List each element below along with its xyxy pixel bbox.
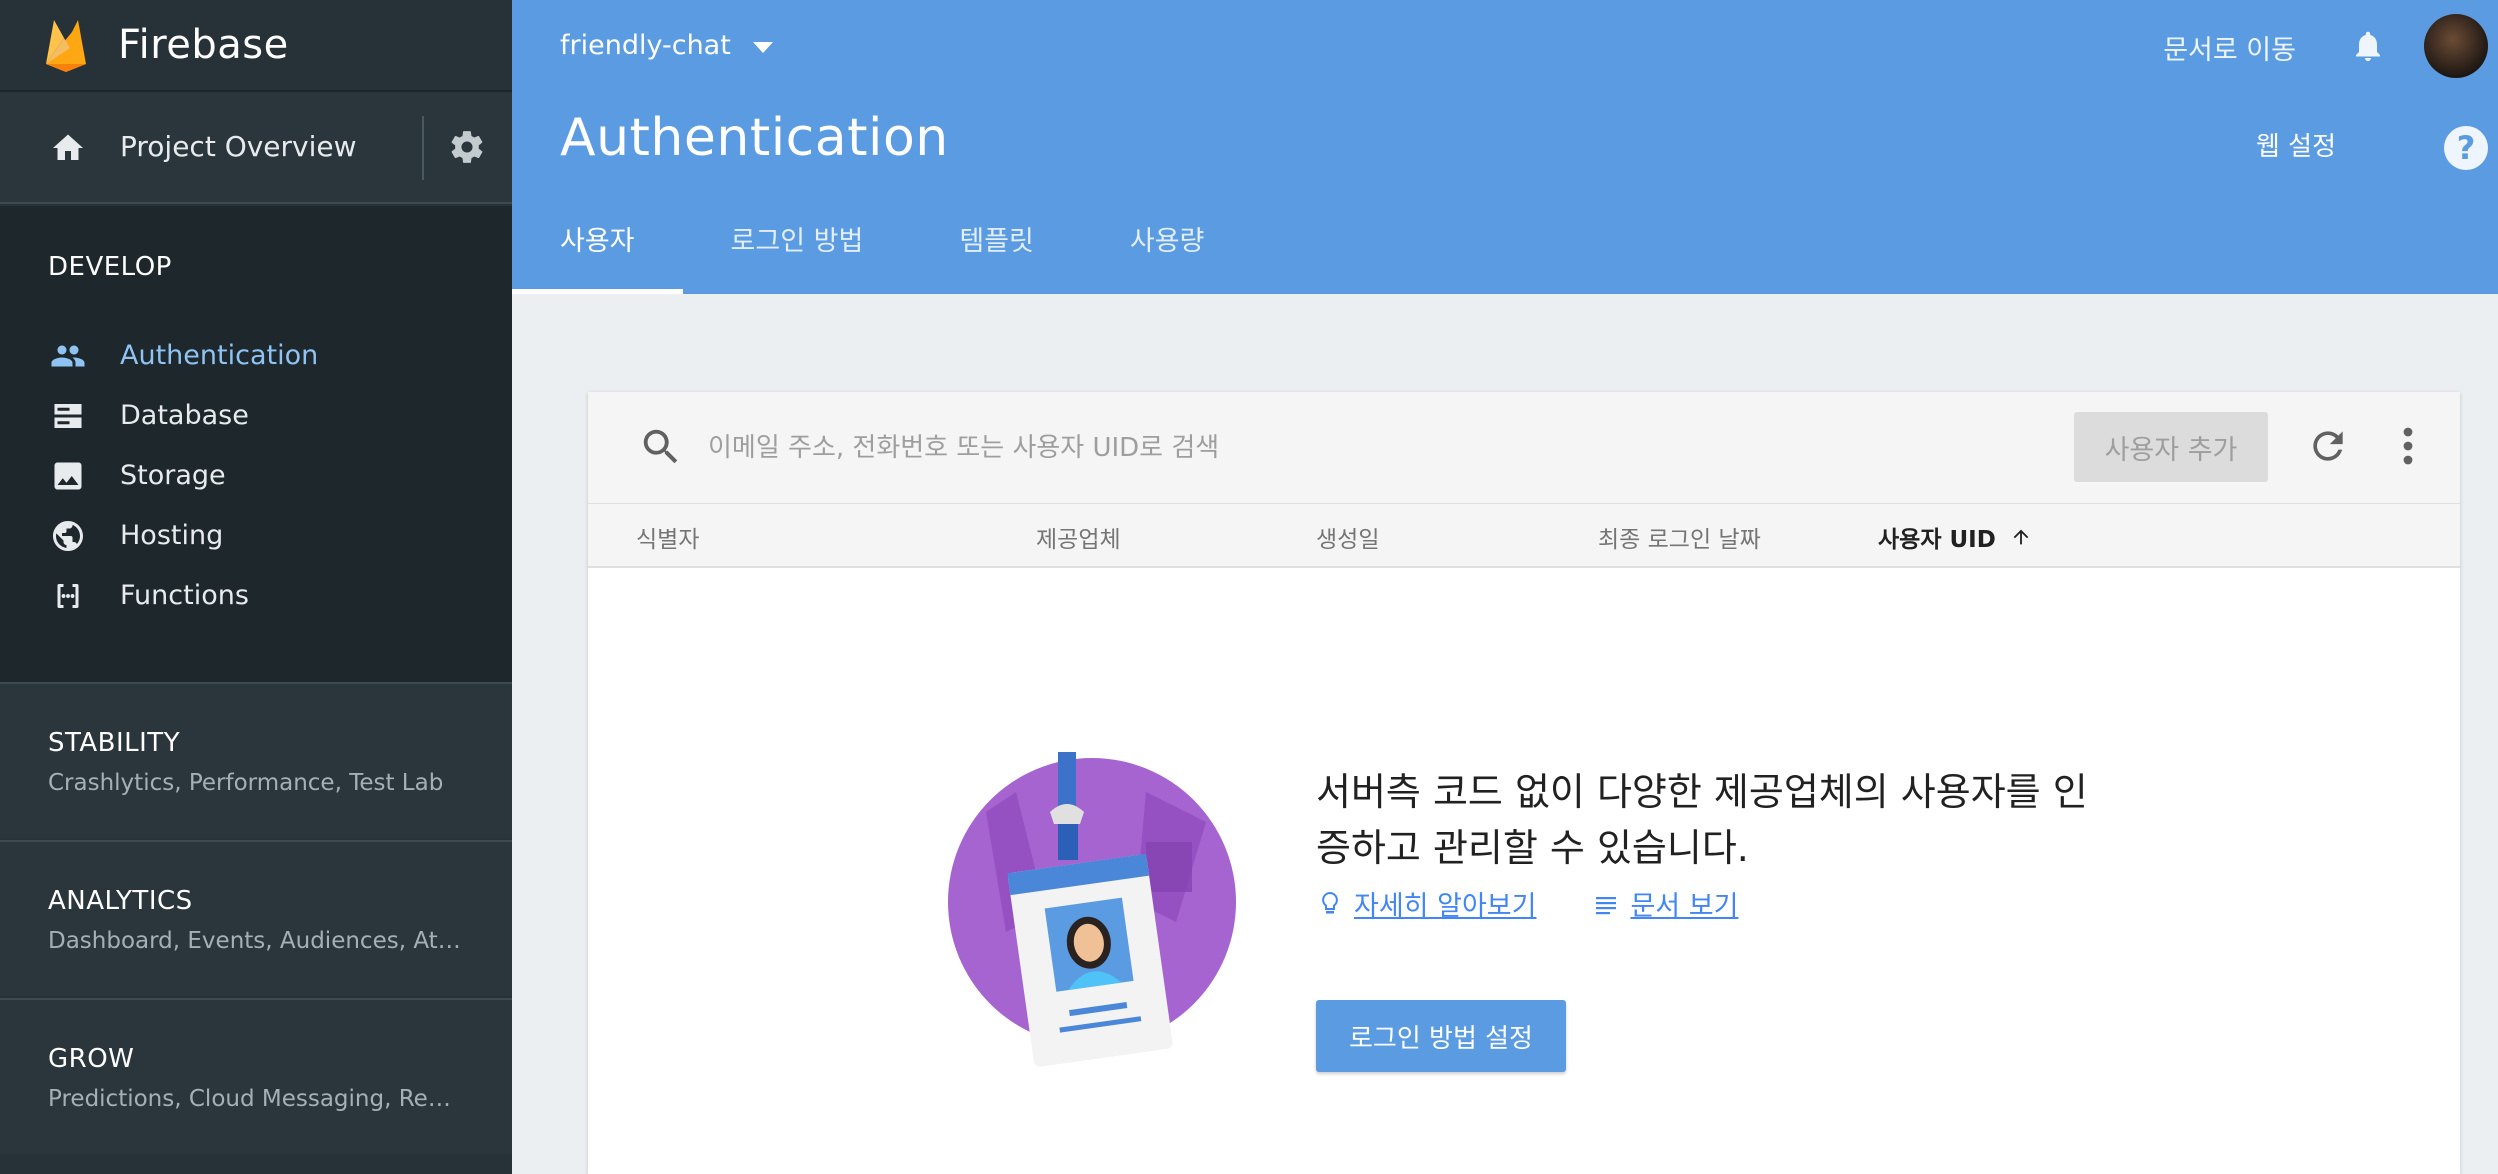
- section-title: STABILITY: [48, 728, 181, 758]
- docs-link[interactable]: 문서로 이동: [2163, 28, 2296, 67]
- develop-title: DEVELOP: [48, 252, 172, 282]
- sidebar-item-functions[interactable]: Functions: [0, 566, 512, 626]
- avatar[interactable]: [2424, 14, 2488, 78]
- overview-divider: [422, 116, 424, 180]
- header: friendly-chat 문서로 이동 Authentication 웹 설정…: [512, 0, 2498, 294]
- setup-sign-in-method-button[interactable]: 로그인 방법 설정: [1316, 1000, 1566, 1072]
- notes-icon: [1596, 896, 1617, 914]
- section-title: GROW: [48, 1044, 135, 1074]
- learn-more-link[interactable]: 자세히 알아보기: [1318, 884, 1536, 923]
- page-title: Authentication: [560, 108, 949, 168]
- empty-state-links: 자세히 알아보기 문서 보기: [1318, 884, 1796, 923]
- bell-icon[interactable]: [2350, 26, 2386, 66]
- users-card: 사용자 추가 식별자 제공업체 생성일 최종 로그인 날짜 사용자 UID: [588, 392, 2460, 1174]
- sidebar-item-label: Storage: [120, 460, 226, 491]
- section-subtitle: Dashboard, Events, Audiences, Attrib...: [48, 928, 468, 954]
- project-overview[interactable]: Project Overview: [0, 92, 512, 204]
- search-icon: [643, 429, 678, 464]
- lightbulb-icon: [1322, 891, 1338, 913]
- sidebar-section-analytics[interactable]: ANALYTICS Dashboard, Events, Audiences, …: [0, 840, 512, 996]
- develop-section: DEVELOP Authentication Database Storage: [0, 206, 512, 682]
- home-icon: [53, 134, 83, 160]
- column-user-uid-label: 사용자 UID: [1878, 527, 1996, 553]
- image-icon: [54, 462, 82, 490]
- functions-icon: [57, 584, 79, 608]
- users-toolbar: 사용자 추가: [588, 392, 2460, 504]
- column-provider[interactable]: 제공업체: [1036, 520, 1121, 554]
- column-last-sign-in[interactable]: 최종 로그인 날짜: [1598, 520, 1761, 554]
- firebase-logo-icon: [46, 20, 86, 72]
- arrow-up-icon: [2013, 529, 2029, 545]
- sidebar-item-hosting[interactable]: Hosting: [0, 506, 512, 566]
- brand-name: Firebase: [118, 22, 289, 68]
- globe-icon: [53, 521, 83, 551]
- gear-icon[interactable]: [448, 128, 486, 166]
- add-user-button[interactable]: 사용자 추가: [2074, 412, 2268, 482]
- section-subtitle: Predictions, Cloud Messaging, Remo...: [48, 1086, 468, 1112]
- sidebar-item-storage[interactable]: Storage: [0, 446, 512, 506]
- column-created[interactable]: 생성일: [1316, 520, 1379, 554]
- tab-templates[interactable]: 템플릿: [911, 206, 1082, 294]
- table-header: 식별자 제공업체 생성일 최종 로그인 날짜 사용자 UID: [588, 504, 2460, 568]
- people-icon: [51, 345, 85, 367]
- sidebar-item-label: Database: [120, 400, 249, 431]
- more-vert-icon[interactable]: [2398, 422, 2418, 470]
- empty-state-message: 서버측 코드 없이 다양한 제공업체의 사용자를 인증하고 관리할 수 있습니다…: [1316, 770, 2088, 870]
- learn-more-label: 자세히 알아보기: [1354, 891, 1537, 922]
- web-setup-link[interactable]: 웹 설정: [2256, 126, 2336, 163]
- database-icon: [54, 404, 82, 428]
- sidebar-item-authentication[interactable]: Authentication: [0, 326, 512, 386]
- tab-sign-in-method[interactable]: 로그인 방법: [683, 206, 912, 294]
- column-user-uid[interactable]: 사용자 UID: [1878, 520, 2032, 554]
- help-icon[interactable]: ?: [2444, 126, 2488, 170]
- sidebar: Firebase Project Overview DEVELOP Authen…: [0, 0, 512, 1174]
- tab-usage[interactable]: 사용량: [1082, 206, 1253, 294]
- sidebar-item-label: Functions: [120, 580, 249, 611]
- tab-users[interactable]: 사용자: [512, 206, 683, 294]
- id-badge-illustration: [948, 752, 1236, 1067]
- refresh-icon[interactable]: [2306, 424, 2350, 468]
- search-input[interactable]: [708, 418, 1708, 478]
- brand[interactable]: Firebase: [0, 0, 512, 92]
- sidebar-section-grow[interactable]: GROW Predictions, Cloud Messaging, Remo.…: [0, 998, 512, 1154]
- tab-bar: 사용자 로그인 방법 템플릿 사용량: [512, 206, 1252, 294]
- view-docs-label: 문서 보기: [1630, 891, 1739, 922]
- sidebar-item-database[interactable]: Database: [0, 386, 512, 446]
- chevron-down-icon: [752, 41, 773, 53]
- column-identifier[interactable]: 식별자: [636, 520, 699, 554]
- section-title: ANALYTICS: [48, 886, 193, 916]
- project-selector[interactable]: friendly-chat: [560, 30, 773, 61]
- view-docs-link[interactable]: 문서 보기: [1594, 884, 1738, 923]
- project-overview-label: Project Overview: [120, 130, 357, 163]
- sidebar-item-label: Hosting: [120, 520, 224, 551]
- project-name: friendly-chat: [560, 30, 731, 61]
- section-subtitle: Crashlytics, Performance, Test Lab: [48, 770, 444, 796]
- sidebar-section-stability[interactable]: STABILITY Crashlytics, Performance, Test…: [0, 682, 512, 838]
- sidebar-item-label: Authentication: [120, 340, 319, 371]
